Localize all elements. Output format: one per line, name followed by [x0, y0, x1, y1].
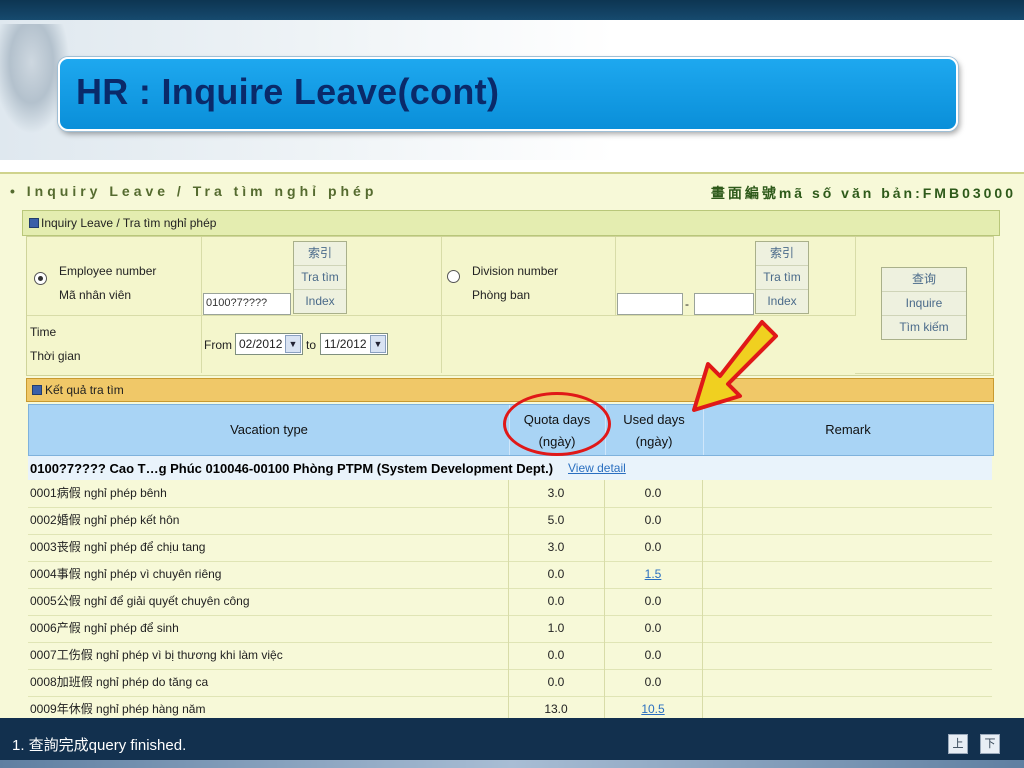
vacation-type-cell: 0008加班假 nghỉ phép do tăng ca: [28, 669, 509, 696]
screen-code: 畫面編號mã số văn bản:FMB03000: [710, 185, 1016, 201]
slide-title-box: HR : Inquire Leave(cont): [58, 57, 958, 131]
employee-summary: 0100?7???? Cao T…g Phúc 010046-00100 Phò…: [30, 461, 554, 476]
time-label-vi: Thời gian: [30, 349, 81, 363]
used-days-value: 0.0: [644, 621, 662, 635]
results-title: Kết quả tra tìm: [45, 383, 124, 397]
vacation-type-cell: 0005公假 nghỉ để giải quyết chuyên công: [28, 588, 509, 615]
next-page-button[interactable]: 下: [980, 734, 1000, 754]
top-band: [0, 0, 1024, 20]
quota-days-cell: 0.0: [508, 669, 605, 696]
table-row: 0003丧假 nghỉ phép để chịu tang 3.0 0.0: [28, 534, 992, 562]
time-label-en: Time: [30, 325, 57, 339]
prev-page-button[interactable]: 上: [948, 734, 968, 754]
table-row: 0008加班假 nghỉ phép do tăng ca 0.0 0.0: [28, 669, 992, 697]
used-days-cell: 0.0: [604, 480, 703, 507]
employee-summary-row: 0100?7???? Cao T…g Phúc 010046-00100 Phò…: [28, 456, 992, 480]
quota-days-cell: 0.0: [508, 588, 605, 615]
table-row: 0004事假 nghỉ phép vì chuyên riêng 0.0 1.5: [28, 561, 992, 589]
vacation-type-cell: 0004事假 nghỉ phép vì chuyên riêng: [28, 561, 509, 588]
employee-label-vi: Mã nhân viên: [59, 288, 132, 302]
quota-days-cell: 3.0: [508, 480, 605, 507]
used-days-value: 0.0: [644, 675, 662, 689]
used-days-value: 0.0: [644, 594, 662, 608]
square-icon: [32, 385, 42, 395]
used-days-value[interactable]: 1.5: [645, 567, 662, 581]
panel-header: Inquiry Leave / Tra tìm nghỉ phép: [22, 210, 1000, 236]
quota-days-cell: 5.0: [508, 507, 605, 534]
table-row: 0001病假 nghỉ phép bênh 3.0 0.0: [28, 480, 992, 508]
used-days-cell: 0.0: [604, 615, 703, 642]
remark-cell: [702, 669, 992, 696]
time-cell: [27, 315, 202, 373]
app-screenshot: • Inquiry Leave / Tra tìm nghỉ phép 畫面編號…: [0, 172, 1024, 724]
used-days-cell: 0.0: [604, 669, 703, 696]
table-row: 0006产假 nghỉ phép để sinh 1.0 0.0: [28, 615, 992, 643]
remark-cell: [702, 507, 992, 534]
table-row: 0005公假 nghỉ để giải quyết chuyên công 0.0…: [28, 588, 992, 616]
chevron-down-icon: ▼: [285, 335, 301, 353]
division-cell: [441, 237, 616, 316]
vacation-type-cell: 0002婚假 nghỉ phép kết hôn: [28, 507, 509, 534]
from-label: From: [204, 338, 232, 352]
pointer-arrow-icon: [692, 320, 778, 412]
panel-title: Inquiry Leave / Tra tìm nghỉ phép: [41, 216, 217, 230]
vacation-type-cell: 0007工伤假 nghỉ phép vì bị thương khi làm v…: [28, 642, 509, 669]
square-icon: [29, 218, 39, 228]
from-month-select[interactable]: 02/2012 ▼: [235, 333, 303, 355]
search-form: Employee number Mã nhân viên 0100?7???? …: [26, 236, 994, 376]
table-row: 0002婚假 nghỉ phép kết hôn 5.0 0.0: [28, 507, 992, 535]
used-days-cell[interactable]: 1.5: [604, 561, 703, 588]
used-days-cell: 0.0: [604, 534, 703, 561]
remark-cell: [702, 588, 992, 615]
used-days-cell: 0.0: [604, 507, 703, 534]
remark-cell: [702, 642, 992, 669]
used-days-value: 0.0: [644, 486, 662, 500]
employee-label-en: Employee number: [59, 264, 157, 278]
slide-title: HR : Inquire Leave(cont): [76, 71, 500, 112]
table-row: 0007工伤假 nghỉ phép vì bị thương khi làm v…: [28, 642, 992, 670]
employee-radio[interactable]: [34, 272, 47, 285]
to-month-select[interactable]: 11/2012 ▼: [320, 333, 388, 355]
vacation-type-cell: 0001病假 nghỉ phép bênh: [28, 480, 509, 507]
division-input-cell: [615, 237, 856, 316]
highlight-oval: [503, 392, 611, 456]
used-days-value: 0.0: [644, 513, 662, 527]
used-days-cell: 0.0: [604, 642, 703, 669]
vacation-type-cell: 0006产假 nghỉ phép để sinh: [28, 615, 509, 642]
used-days-value: 0.0: [644, 540, 662, 554]
remark-cell: [702, 480, 992, 507]
inquire-cell: [855, 237, 991, 374]
quota-days-cell: 0.0: [508, 561, 605, 588]
to-label: to: [306, 338, 317, 352]
remark-cell: [702, 561, 992, 588]
remark-cell: [702, 615, 992, 642]
used-days-cell: 0.0: [604, 588, 703, 615]
bottom-strip: [0, 760, 1024, 768]
quota-days-cell: 0.0: [508, 642, 605, 669]
breadcrumb-left: • Inquiry Leave / Tra tìm nghỉ phép: [10, 183, 378, 199]
status-message: 1. 查詢完成query finished.: [12, 737, 187, 754]
used-days-value: 0.0: [644, 648, 662, 662]
breadcrumb: • Inquiry Leave / Tra tìm nghỉ phép 畫面編號…: [0, 174, 1024, 204]
quota-days-cell: 1.0: [508, 615, 605, 642]
employee-input-cell: [201, 237, 442, 316]
remark-cell: [702, 534, 992, 561]
view-detail-link[interactable]: View detail: [568, 461, 626, 475]
results-header: Kết quả tra tìm: [26, 378, 994, 402]
chevron-down-icon: ▼: [370, 335, 386, 353]
vacation-type-cell: 0003丧假 nghỉ phép để chịu tang: [28, 534, 509, 561]
quota-days-cell: 3.0: [508, 534, 605, 561]
col-vacation-type: Vacation type: [29, 405, 510, 455]
used-days-value[interactable]: 10.5: [641, 702, 664, 716]
